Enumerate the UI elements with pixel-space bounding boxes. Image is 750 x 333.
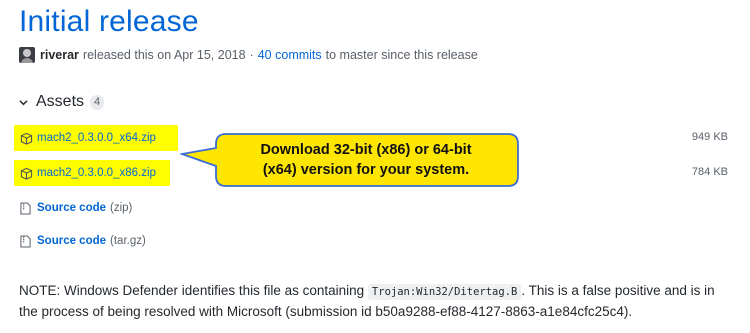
package-icon [20,167,33,180]
assets-count-badge: 4 [90,94,105,110]
file-zip-icon [20,201,31,215]
source-code-tar-link[interactable]: Source code (tar.gz) [14,228,152,254]
source-code-ext: (zip) [110,202,133,214]
asset-filename: mach2_0.3.0.0_x86.zip [37,167,156,179]
asset-size: 949 KB [691,131,728,143]
asset-filename: mach2_0.3.0.0_x64.zip [37,132,156,144]
released-date-text: released this on Apr 15, 2018 [82,48,246,62]
source-code-label: Source code [37,202,107,214]
asset-download-x64[interactable]: mach2_0.3.0.0_x64.zip [14,125,178,151]
trojan-code: Trojan:Win32/Ditertag.B [367,284,522,300]
package-icon [20,132,33,145]
separator: · [249,48,254,62]
assets-heading: Assets [36,93,85,110]
asset-download-x86[interactable]: mach2_0.3.0.0_x86.zip [14,160,170,186]
assets-toggle[interactable]: Assets 4 [19,92,105,112]
callout-line-2: (x64) version for your system. [262,162,470,178]
avatar[interactable] [19,47,35,63]
commits-suffix: to master since this release [325,48,478,62]
callout-text: Download 32-bit (x86) or 64-bit (x64) ve… [218,140,514,180]
callout-line-1: Download 32-bit (x86) or 64-bit [260,142,472,158]
file-zip-icon [20,234,31,248]
release-note: NOTE: Windows Defender identifies this f… [19,281,735,322]
note-prefix: NOTE: Windows Defender identifies this f… [19,283,368,298]
source-code-zip-link[interactable]: Source code (zip) [14,195,138,221]
chevron-down-icon [19,99,28,105]
release-meta: riverar released this on Apr 15, 2018 · … [19,46,478,64]
commits-link[interactable]: 40 commits [258,48,322,62]
asset-size: 784 KB [691,166,728,178]
callout-annotation: Download 32-bit (x86) or 64-bit (x64) ve… [180,132,520,188]
author-link[interactable]: riverar [40,48,79,62]
release-title[interactable]: Initial release [19,4,199,40]
source-code-label: Source code [37,235,107,247]
source-code-ext: (tar.gz) [110,235,146,247]
